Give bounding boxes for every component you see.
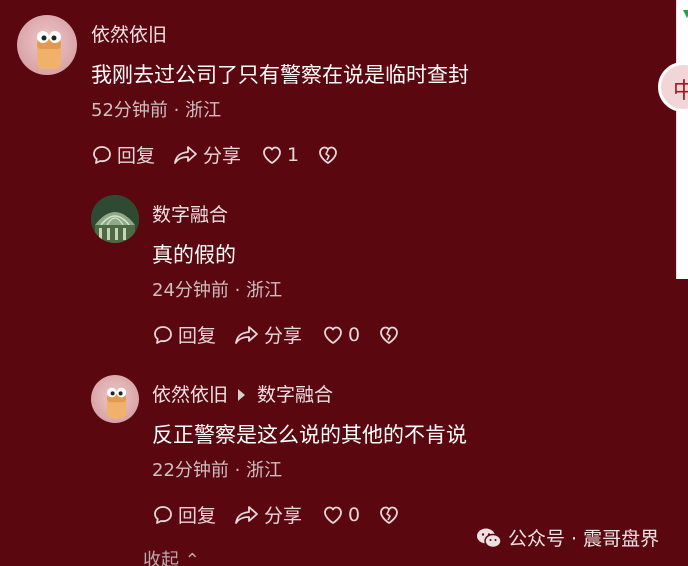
share-arrow-icon: [235, 325, 258, 344]
reply-button[interactable]: 回复: [152, 321, 216, 348]
avatar[interactable]: [17, 15, 77, 75]
share-button[interactable]: 分享: [234, 321, 302, 348]
share-arrow-icon: [235, 505, 258, 524]
like-count: 0: [348, 323, 361, 346]
reply-button[interactable]: 回复: [91, 141, 155, 168]
comment-actions: 回复 分享 1: [91, 141, 339, 168]
dislike-button[interactable]: [378, 504, 400, 526]
broken-heart-icon: [319, 146, 338, 164]
comment-text: 真的假的: [152, 243, 236, 267]
dislike-button[interactable]: [378, 324, 400, 346]
like-button[interactable]: 0: [322, 324, 360, 346]
reply-button[interactable]: 回复: [152, 501, 216, 528]
comment-author[interactable]: 数字融合: [152, 200, 228, 227]
share-label: 分享: [203, 145, 242, 167]
indicator-icon: [683, 10, 688, 18]
avatar[interactable]: [91, 195, 139, 243]
comment-text: 反正警察是这么说的其他的不肯说: [152, 423, 467, 447]
like-button[interactable]: 1: [261, 144, 299, 166]
share-label: 分享: [264, 325, 303, 347]
share-button[interactable]: 分享: [173, 141, 241, 168]
chevron-up-icon: ⌃: [184, 550, 200, 566]
comment-text: 我刚去过公司了只有警察在说是临时查封: [91, 63, 469, 87]
heart-icon: [324, 326, 342, 344]
like-count: 0: [348, 503, 361, 526]
share-arrow-icon: [174, 145, 197, 164]
comment-author-line: 依然依旧 数字融合: [152, 380, 333, 407]
side-avatar[interactable]: 中: [658, 62, 688, 112]
reply-label: 回复: [178, 325, 217, 347]
avatar[interactable]: [91, 375, 139, 423]
comment-actions: 回复 分享 0: [152, 321, 400, 348]
reply-label: 回复: [178, 505, 217, 527]
dislike-button[interactable]: [317, 144, 339, 166]
comment-meta: 52分钟前 · 浙江: [91, 100, 222, 121]
share-button[interactable]: 分享: [234, 501, 302, 528]
comment-actions: 回复 分享 0: [152, 501, 400, 528]
collapse-button[interactable]: 收起 ⌃: [143, 546, 200, 566]
like-count: 1: [287, 143, 300, 166]
heart-icon: [324, 506, 342, 524]
comment-meta: 22分钟前 · 浙江: [152, 460, 283, 481]
comment-author[interactable]: 依然依旧: [91, 20, 167, 47]
comment-bubble-icon: [154, 325, 172, 344]
comment-bubble-icon: [154, 505, 172, 524]
watermark: 公众号 · 震哥盘界: [476, 524, 659, 551]
heart-icon: [263, 146, 281, 164]
comment-bubble-icon: [93, 145, 111, 164]
reply-to-arrow-icon: [238, 388, 246, 401]
comment-author[interactable]: 依然依旧: [152, 380, 228, 407]
like-button[interactable]: 0: [322, 504, 360, 526]
comment-meta: 24分钟前 · 浙江: [152, 280, 283, 301]
side-panel-edge: [676, 0, 688, 279]
reply-to-author[interactable]: 数字融合: [257, 380, 333, 407]
broken-heart-icon: [380, 326, 399, 344]
collapse-label: 收起: [143, 550, 179, 566]
share-label: 分享: [264, 505, 303, 527]
broken-heart-icon: [380, 506, 399, 524]
reply-label: 回复: [117, 145, 156, 167]
watermark-text: 公众号 · 震哥盘界: [508, 528, 660, 550]
wechat-icon: [477, 528, 502, 548]
side-avatar-glyph: 中: [673, 73, 688, 105]
